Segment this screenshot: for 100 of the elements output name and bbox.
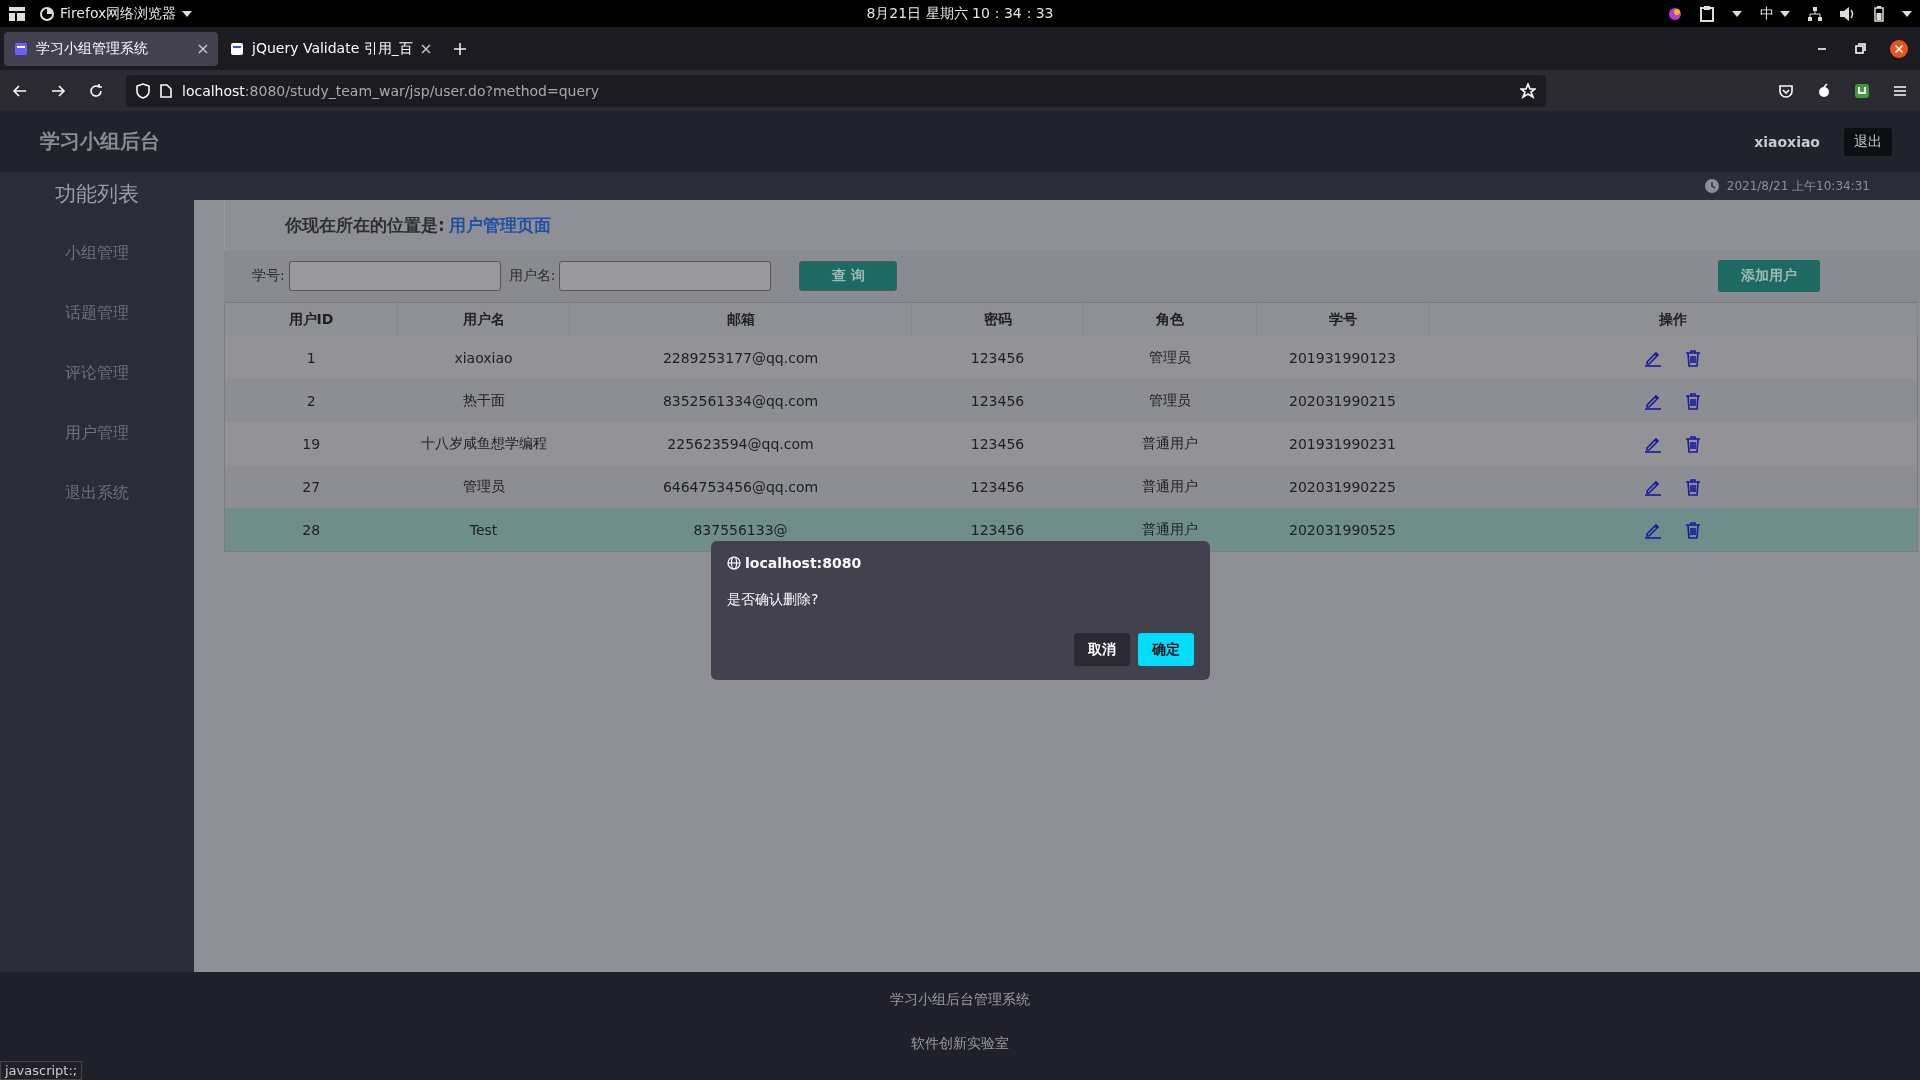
caret-icon — [1902, 10, 1912, 17]
activities-icon[interactable] — [8, 5, 26, 22]
logout-button[interactable]: 退出 — [1844, 127, 1892, 156]
restore-icon[interactable] — [1852, 40, 1868, 57]
brand-title: 学习小组后台 — [40, 128, 160, 155]
add-user-button[interactable]: 添加用户 — [1718, 260, 1820, 292]
address-bar[interactable]: localhost:8080/study_team_war/jsp/user.do?method=query — [126, 74, 1546, 107]
pocket-icon[interactable] — [1778, 82, 1794, 99]
table-cell: 管理员 — [1149, 391, 1191, 408]
extension-icon[interactable] — [1816, 82, 1832, 99]
current-datetime: 2021/8/21 上午10:34:31 — [1726, 177, 1870, 195]
bookmark-star-icon[interactable] — [1520, 82, 1536, 99]
table-cell: 123456 — [970, 435, 1025, 452]
table-cell: 202031990215 — [1289, 392, 1396, 409]
table-cell: 201931990123 — [1289, 349, 1396, 366]
network-icon[interactable] — [1808, 6, 1822, 21]
table-row[interactable]: 2 热干面 8352561334@qq.com 123456 管理员 202031990215 — [224, 379, 1918, 422]
table-cell: 19 — [302, 435, 321, 452]
caret-icon — [1780, 10, 1790, 17]
table-cell: 201931990231 — [1289, 435, 1396, 452]
table-cell: 普通用户 — [1142, 477, 1198, 494]
input-field[interactable] — [559, 261, 772, 291]
browser-tab[interactable]: jQuery Validate 引用_百 — [220, 31, 441, 66]
delete-icon[interactable] — [1683, 391, 1702, 410]
page-icon[interactable] — [160, 83, 172, 98]
table-cell: 2 — [306, 392, 316, 409]
username: xiaoxiao — [1754, 133, 1820, 150]
delete-icon[interactable] — [1683, 477, 1702, 496]
extension-icon[interactable] — [1854, 82, 1870, 99]
delete-icon[interactable] — [1683, 348, 1702, 367]
input-method[interactable]: 中 — [1760, 4, 1790, 23]
query-button[interactable]: 查 询 — [799, 261, 898, 291]
close-tab-icon[interactable] — [420, 43, 431, 54]
table-cell: 123456 — [970, 521, 1025, 538]
battery-icon[interactable] — [1874, 5, 1884, 22]
caret-icon — [1732, 10, 1742, 17]
table-row[interactable]: 28 Test 837556133@ 123456 普通用户 202031990525 — [224, 508, 1918, 552]
sidebar-title: 功能列表 — [55, 181, 139, 208]
sidebar-item[interactable]: 退出系统 — [0, 462, 194, 522]
caret-icon — [182, 10, 193, 17]
dialog-origin: localhost:8080 — [745, 555, 862, 571]
column-header: 用户名 — [397, 302, 570, 336]
table-cell: 管理员 — [462, 477, 505, 494]
table-cell: 普通用户 — [1142, 520, 1198, 537]
table-cell: 27 — [302, 478, 321, 495]
column-header: 密码 — [911, 302, 1084, 336]
table-cell: 202031990225 — [1289, 478, 1396, 495]
delete-icon[interactable] — [1683, 520, 1702, 539]
column-header: 邮箱 — [569, 302, 912, 336]
forward-icon[interactable] — [50, 82, 66, 99]
table-cell: 十八岁咸鱼想学编程 — [420, 434, 547, 451]
table-cell: 8352561334@qq.com — [662, 392, 819, 409]
clock[interactable]: 8月21日 星期六 10：34：33 — [866, 4, 1054, 21]
table-cell: 123456 — [970, 478, 1025, 495]
clipboard-icon[interactable] — [1700, 5, 1714, 22]
browser-logo-icon — [40, 6, 54, 21]
reload-icon[interactable] — [88, 82, 104, 99]
table-cell: 6464753456@qq.com — [662, 478, 819, 495]
sidebar-item[interactable]: 话题管理 — [0, 282, 194, 342]
table-cell: xiaoxiao — [454, 349, 513, 366]
app-menu[interactable]: Firefox网络浏览器 — [40, 4, 193, 23]
table-cell: 2289253177@qq.com — [662, 349, 819, 366]
field-label: 用户名: — [508, 267, 556, 285]
clock-icon — [1704, 179, 1719, 193]
column-header: 用户ID — [224, 302, 398, 336]
app-indicator-icon[interactable] — [1668, 6, 1682, 21]
table-cell: 普通用户 — [1142, 434, 1198, 451]
breadcrumb-label: 你现在所在的位置是: — [285, 213, 445, 237]
table-cell: 225623594@qq.com — [667, 435, 814, 452]
input-field[interactable] — [288, 261, 501, 291]
browser-tab[interactable]: 学习小组管理系统 — [4, 31, 218, 66]
table-cell: 热干面 — [462, 391, 505, 408]
table-row[interactable]: 19 十八岁咸鱼想学编程 225623594@qq.com 123456 普通用户 201931990231 — [224, 422, 1918, 465]
volume-icon[interactable] — [1840, 6, 1856, 21]
close-icon[interactable] — [1890, 39, 1908, 58]
column-header: 角色 — [1083, 302, 1257, 336]
footer-text: 软件创新实验室 — [911, 1035, 1009, 1053]
footer-text: 学习小组后台管理系统 — [890, 991, 1030, 1009]
table-cell: Test — [469, 521, 498, 538]
back-icon[interactable] — [12, 82, 28, 99]
table-cell: 202031990525 — [1289, 521, 1396, 538]
sidebar-item[interactable]: 用户管理 — [0, 402, 194, 462]
confirm-button[interactable]: 确定 — [1138, 633, 1194, 666]
favicon-icon — [230, 41, 244, 56]
cancel-button[interactable]: 取消 — [1074, 633, 1130, 666]
field-label: 学号: — [252, 267, 285, 285]
table-row[interactable]: 27 管理员 6464753456@qq.com 123456 普通用户 202031990225 — [224, 465, 1918, 508]
new-tab-icon[interactable] — [452, 41, 467, 56]
table-cell: 123456 — [970, 349, 1025, 366]
column-header: 学号 — [1256, 302, 1429, 336]
table-cell: 1 — [306, 349, 316, 366]
sidebar-item[interactable]: 小组管理 — [0, 222, 194, 282]
close-tab-icon[interactable] — [198, 43, 208, 54]
globe-icon — [727, 556, 741, 570]
sidebar-item[interactable]: 评论管理 — [0, 342, 194, 402]
shield-icon[interactable] — [136, 82, 150, 99]
favicon-icon — [14, 41, 28, 56]
delete-icon[interactable] — [1683, 434, 1702, 453]
table-cell: 123456 — [970, 392, 1025, 409]
table-row[interactable]: 1 xiaoxiao 2289253177@qq.com 123456 管理员 201931990123 — [224, 336, 1918, 379]
